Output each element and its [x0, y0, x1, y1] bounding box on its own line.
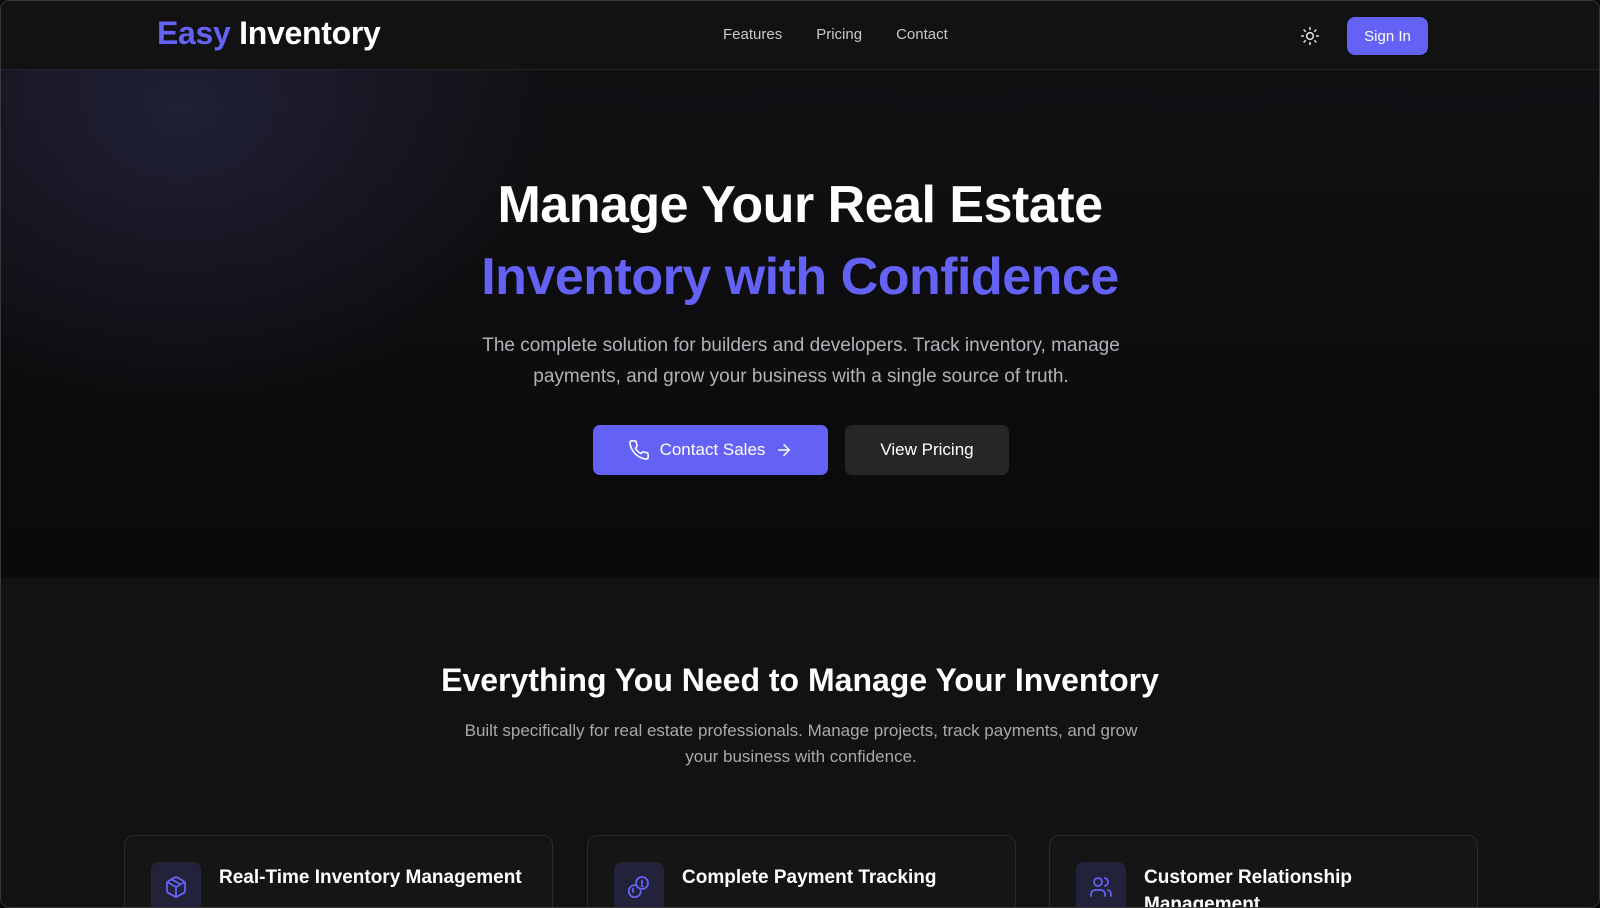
hero-subtitle: The complete solution for builders and d…	[482, 335, 1120, 387]
brand-logo[interactable]: Easy Inventory	[157, 15, 381, 52]
sign-in-button[interactable]: Sign In	[1347, 17, 1428, 55]
view-pricing-button[interactable]: View Pricing	[845, 425, 1009, 475]
features-section: Everything You Need to Manage Your Inven…	[1, 578, 1599, 908]
sun-icon	[1300, 26, 1320, 46]
feature-card-title: Real-Time Inventory Management	[219, 867, 522, 888]
brand-part-inventory: Inventory	[239, 15, 381, 51]
brand-part-easy: Easy	[157, 15, 231, 51]
hero-title-line1: Manage Your Real Estate	[497, 176, 1103, 234]
feature-card-crm[interactable]: Customer Relationship Management	[1049, 835, 1478, 908]
theme-toggle-button[interactable]	[1299, 25, 1321, 47]
nav-link-contact[interactable]: Contact	[896, 26, 948, 43]
app-window: Easy Inventory Features Pricing Contact …	[0, 0, 1600, 908]
feature-card-inventory[interactable]: Real-Time Inventory Management	[124, 835, 553, 907]
users-icon	[1090, 877, 1112, 897]
top-navbar: Easy Inventory Features Pricing Contact …	[1, 1, 1599, 70]
arrow-right-icon	[778, 444, 791, 456]
coins-icon	[627, 876, 649, 899]
package-icon	[166, 876, 186, 898]
phone-icon	[628, 440, 649, 460]
feature-card-payments[interactable]: Complete Payment Tracking	[587, 835, 1016, 907]
contact-sales-button[interactable]: Contact Sales	[593, 425, 828, 475]
nav-links: Features Pricing Contact	[723, 26, 948, 43]
feature-card-title: Customer Relationship Management	[1144, 867, 1352, 908]
contact-sales-label: Contact Sales	[659, 440, 766, 459]
hero-section: Manage Your Real Estate Inventory with C…	[1, 70, 1599, 578]
feature-icon-box	[151, 862, 201, 907]
feature-icon-box	[614, 862, 664, 907]
feature-card-title: Complete Payment Tracking	[682, 867, 937, 888]
features-title: Everything You Need to Manage Your Inven…	[441, 662, 1159, 698]
nav-link-features[interactable]: Features	[723, 26, 782, 43]
features-subtitle: Built specifically for real estate profe…	[464, 721, 1138, 766]
nav-link-pricing[interactable]: Pricing	[816, 26, 862, 43]
feature-icon-box	[1076, 862, 1126, 907]
hero-title-line2: Inventory with Confidence	[481, 248, 1119, 306]
